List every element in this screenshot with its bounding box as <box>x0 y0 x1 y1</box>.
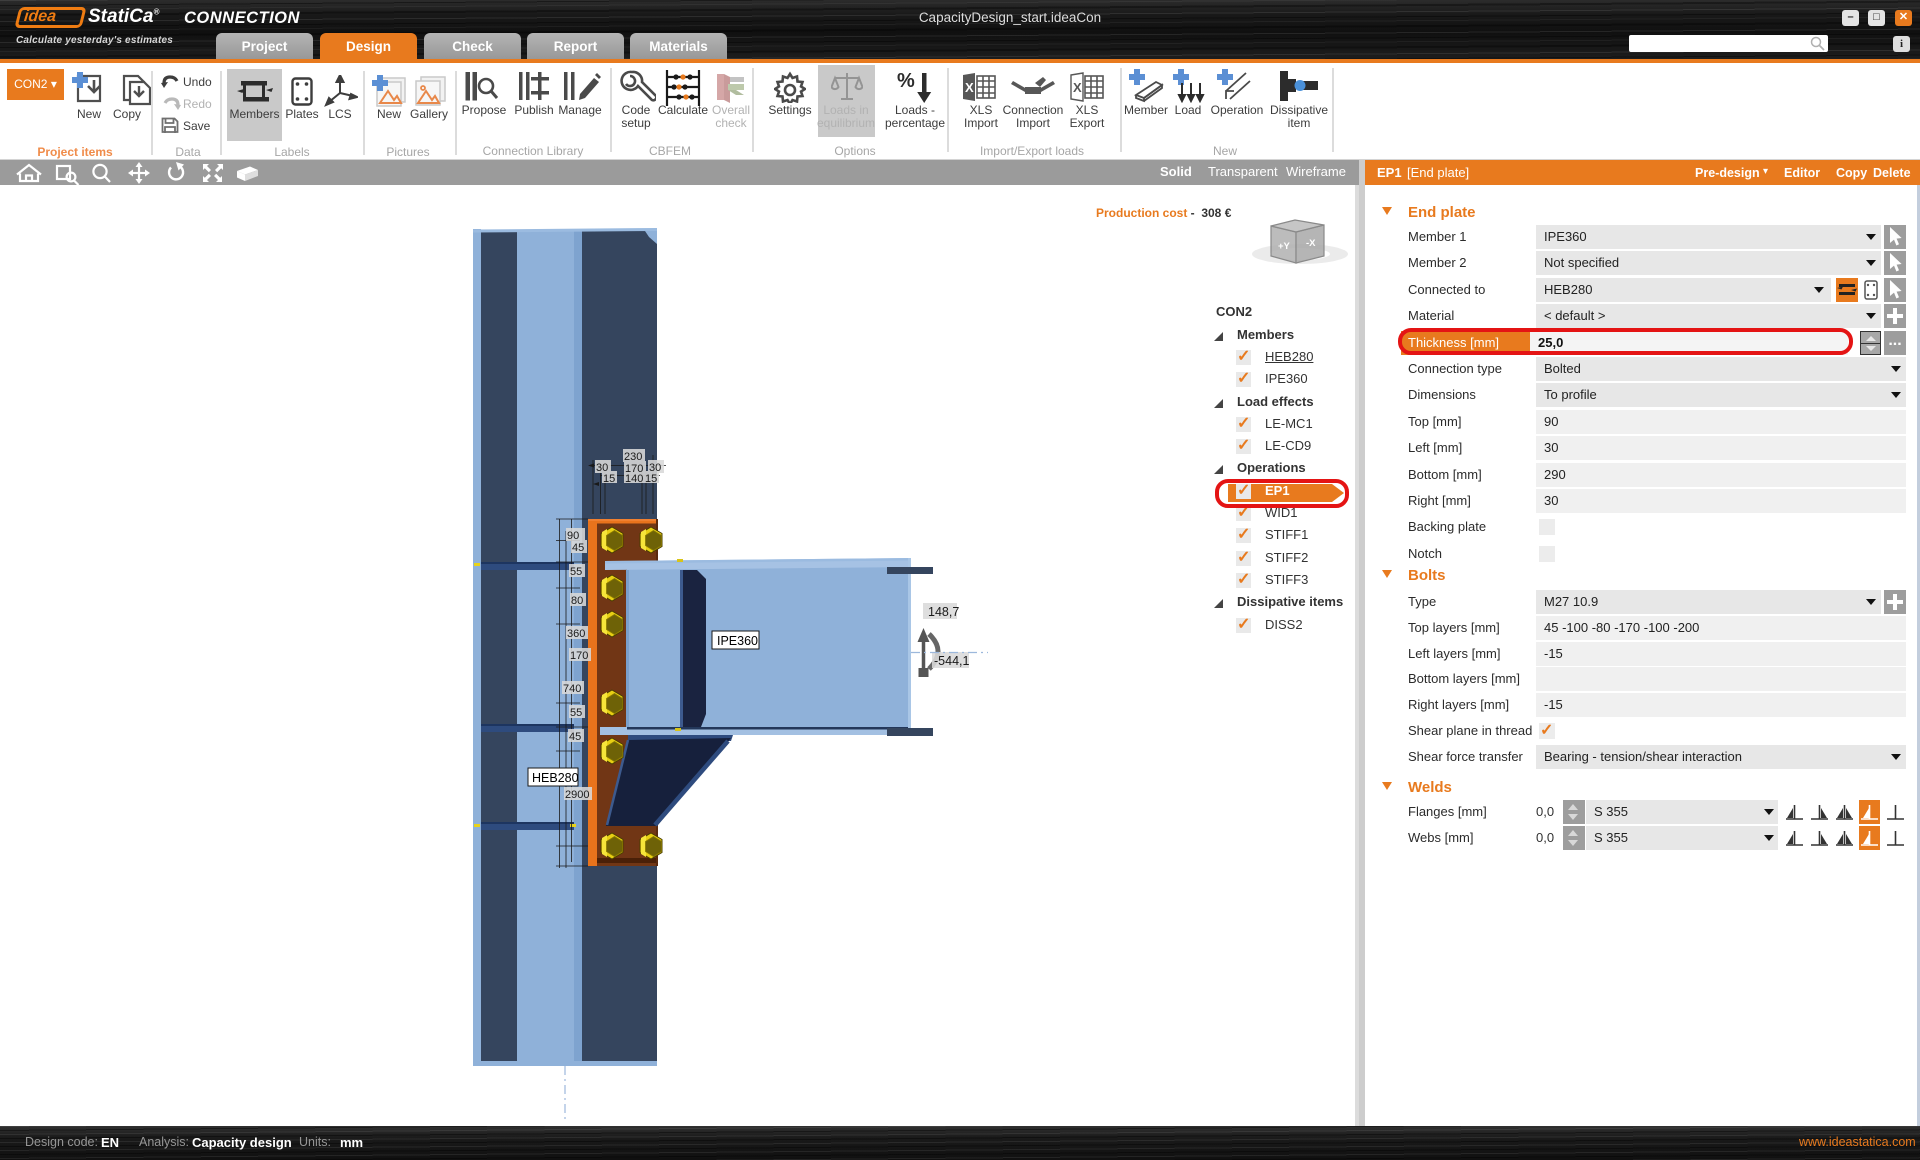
svg-text:X: X <box>1073 80 1082 95</box>
svg-text:55: 55 <box>570 566 582 578</box>
svg-text:230: 230 <box>624 451 642 463</box>
svg-text:170: 170 <box>570 650 588 662</box>
svg-text:45: 45 <box>569 731 581 743</box>
svg-text:15: 15 <box>645 473 657 485</box>
svg-text:-X: -X <box>1306 238 1316 249</box>
svg-text:360: 360 <box>567 628 585 640</box>
svg-text:HEB280: HEB280 <box>532 771 579 785</box>
svg-text:90: 90 <box>567 530 579 542</box>
svg-text:15: 15 <box>603 473 615 485</box>
svg-text:45: 45 <box>572 542 584 554</box>
svg-text:80: 80 <box>571 595 583 607</box>
svg-text:%: % <box>897 71 915 92</box>
svg-text:55: 55 <box>570 707 582 719</box>
svg-text:IPE360: IPE360 <box>717 634 758 648</box>
svg-text:2900: 2900 <box>565 789 589 801</box>
svg-text:148,7: 148,7 <box>928 605 959 619</box>
svg-text:140: 140 <box>625 473 643 485</box>
svg-text:+Y: +Y <box>1278 241 1291 252</box>
svg-text:X: X <box>965 80 974 95</box>
svg-text:740: 740 <box>563 683 581 695</box>
svg-text:-544,1: -544,1 <box>934 654 969 668</box>
